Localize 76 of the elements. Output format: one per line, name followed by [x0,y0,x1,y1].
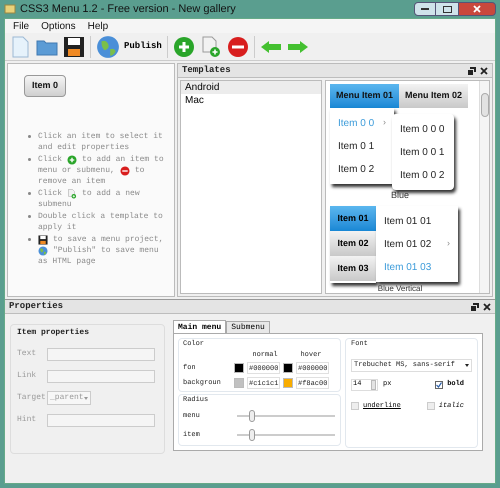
hint-text: "Publish" to save menu [53,245,159,256]
close-icon[interactable] [483,302,491,310]
menu-tab[interactable]: Item 02 [330,231,376,256]
tab[interactable]: Main menu [173,320,226,333]
menu-bar-item[interactable]: File [13,18,30,34]
close-icon[interactable] [480,66,488,74]
hint-text: menu or submenu, [38,165,115,176]
panel-title: Properties [9,300,64,313]
template-item[interactable]: Mac [181,94,321,107]
hint-text: remove an item [38,176,106,187]
checkbox[interactable] [435,380,444,388]
caret-icon [84,396,88,400]
plus-circle-icon[interactable] [172,36,195,58]
restore-icon[interactable] [468,66,476,74]
check-icon [436,382,442,388]
hint-text: to add a new [82,188,140,199]
field-label: Hint [17,414,38,426]
document-plus-icon[interactable] [67,188,78,198]
minimize-button[interactable] [414,2,436,16]
spinner-arrows-icon [371,380,376,390]
close-icon [473,5,481,13]
caret-icon [465,364,469,366]
publish-button[interactable]: Publish [96,34,162,58]
hint-text: apply it [38,222,76,233]
menu-bar-item[interactable]: Options [41,18,76,34]
hint-text: Click [38,154,62,165]
color-swatch[interactable] [234,378,244,388]
panel-title: Templates [182,64,231,77]
document-plus-icon[interactable] [200,36,222,58]
menu-tab[interactable]: Item 03 [330,256,376,281]
slider-thumb[interactable] [248,429,255,441]
globe-icon[interactable] [96,34,120,58]
menu-item[interactable]: Item 01 02 › [376,232,458,256]
menu-tab[interactable]: Item 01 [330,206,376,231]
window-title: CSS3 Menu 1.2 - Free version - New gallery [20,2,236,17]
hint-text: to add an item to [82,154,164,165]
field-label: Text [17,348,38,360]
vertical-scrollbar[interactable] [479,81,489,293]
menu-item[interactable]: Item 01 01 [376,210,458,232]
hint-text: to [134,165,144,176]
color-swatch[interactable] [283,378,293,388]
hint-text: and edit properties [38,142,130,153]
hint-text: as HTML page [38,256,96,267]
hint-text: Click an item to select it [38,131,163,142]
app-icon [4,3,16,15]
restore-icon[interactable] [471,302,479,310]
menu-item[interactable]: Item 0 0 2 [392,164,454,186]
slider-thumb[interactable] [248,410,255,422]
menu-tab[interactable]: Menu Item 02 [399,84,468,108]
menu-tab[interactable]: Menu Item 01 [330,84,400,108]
minus-circle-icon[interactable] [120,166,130,176]
template-caption: Blue Vertical [376,284,424,293]
menu-item[interactable]: Item 0 2 [330,158,394,180]
minus-circle-icon[interactable] [226,36,249,58]
hint-text: submenu [38,199,72,210]
color-swatch[interactable] [283,362,293,373]
close-button[interactable] [458,2,496,16]
minimize-icon [421,8,429,10]
hint-text: Click [38,188,62,199]
group-title: Item properties [17,327,90,339]
menu-item-button[interactable]: Item 0 [24,75,66,97]
menu-item[interactable]: Item 0 0 0 [392,118,454,140]
plus-circle-icon[interactable] [67,154,78,164]
menu-item[interactable]: Item 0 0 › [330,112,394,134]
maximize-icon [442,6,452,12]
menu-bar-item[interactable]: Help [88,18,108,34]
menu-item[interactable]: Item 0 1 [330,134,394,158]
field-label: Link [17,370,38,382]
menu-item[interactable]: Item 0 0 1 [392,140,454,164]
maximize-button[interactable] [436,2,458,16]
template-caption: Blue [390,188,410,202]
hint-text: Double click a template to [38,211,163,222]
template-item[interactable]: Android [181,81,321,94]
tab[interactable]: Submenu [226,321,270,333]
color-swatch[interactable] [234,362,244,373]
hint-text: to save a menu project, [53,234,164,245]
